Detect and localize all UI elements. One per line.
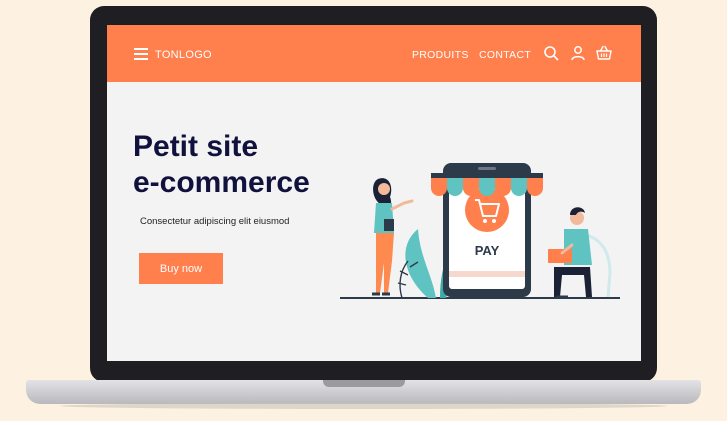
site-logo[interactable]: TONLOGO — [155, 49, 212, 61]
pay-label: PAY — [475, 243, 500, 258]
buy-now-button[interactable]: Buy now — [139, 253, 223, 284]
hero-subtitle: Consectetur adipiscing elit eiusmod — [140, 216, 290, 227]
woman-shopper-icon — [372, 178, 414, 296]
website-screen: TONLOGO PRODUITS CONTACT Petit site e-co… — [107, 25, 641, 361]
laptop-notch — [323, 380, 405, 387]
hamburger-menu-icon[interactable] — [134, 48, 148, 60]
basket-icon[interactable] — [596, 45, 612, 61]
nav-link-contact[interactable]: CONTACT — [479, 49, 531, 61]
shopping-illustration: PAY — [340, 163, 620, 299]
search-icon[interactable] — [543, 45, 559, 61]
navbar: TONLOGO PRODUITS CONTACT — [107, 25, 641, 82]
laptop-shadow — [60, 403, 667, 409]
man-with-laptop-icon — [548, 207, 612, 299]
nav-link-produits[interactable]: PRODUITS — [412, 49, 469, 61]
user-icon[interactable] — [570, 45, 586, 61]
